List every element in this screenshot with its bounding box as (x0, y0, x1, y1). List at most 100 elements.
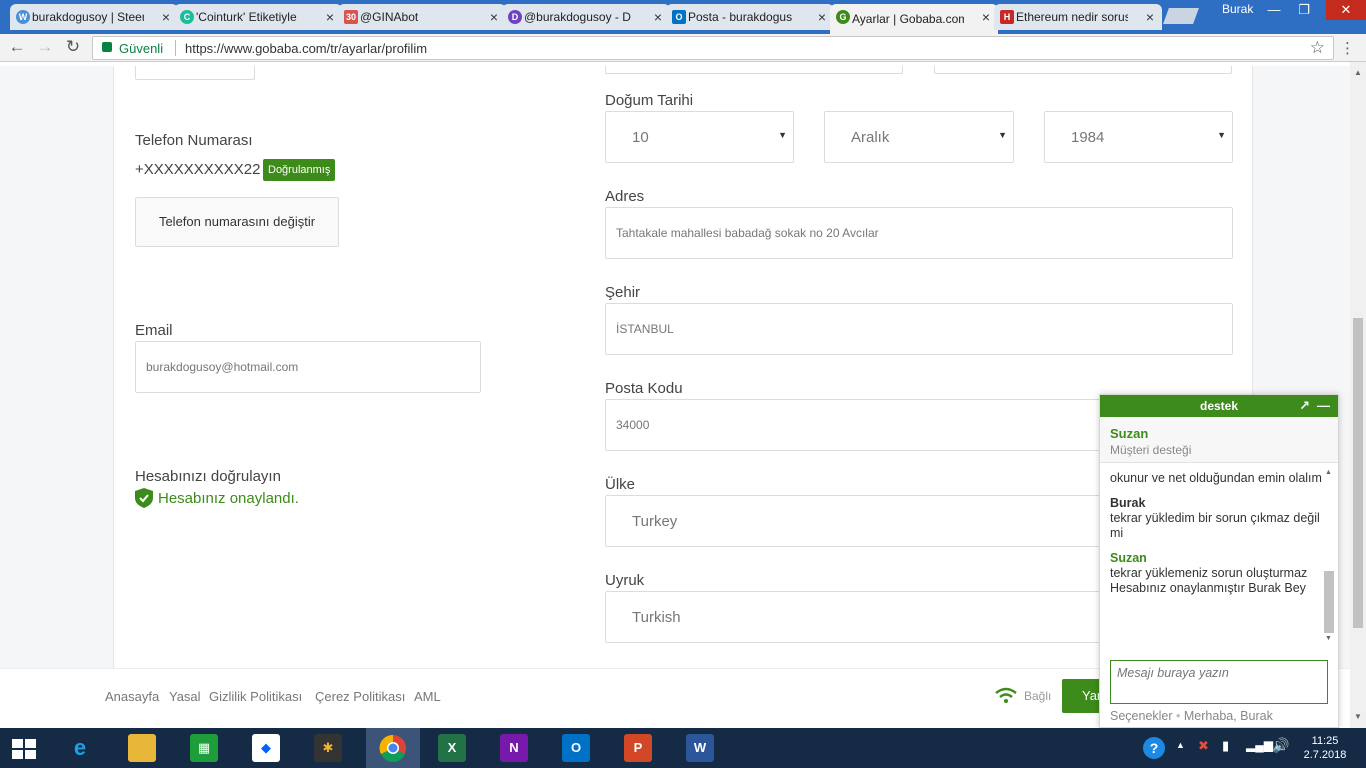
back-icon[interactable]: ← (6, 37, 28, 57)
tab-outlook[interactable]: O Posta - burakdogus × (666, 4, 834, 30)
nationality-label: Uyruk (605, 572, 645, 589)
message-text: tekrar yüklemeniz sorun oluşturmaz Hesab… (1110, 566, 1308, 595)
verified-badge: Doğrulanmış (263, 159, 336, 181)
tab-label: Ethereum nedir sorusu (1016, 10, 1128, 24)
minimize-chat-icon[interactable]: — (1317, 395, 1330, 417)
forward-icon[interactable]: → (34, 37, 56, 57)
battery-icon[interactable]: ▮ (1222, 738, 1229, 754)
birth-year-select[interactable]: 1984 ▼ (1044, 111, 1233, 163)
store-icon[interactable]: ▦ (190, 734, 218, 762)
scrollbar-thumb[interactable] (1353, 318, 1363, 628)
tab-gobaba[interactable]: G Ayarlar | Gobaba.com × (830, 4, 998, 34)
outlook-icon: O (672, 10, 686, 24)
excel-icon[interactable]: X (438, 734, 466, 762)
profile-name[interactable]: Burak (1222, 2, 1253, 16)
agent-info: Suzan Müşteri desteği (1100, 417, 1338, 463)
windows-start-icon[interactable] (12, 739, 36, 759)
input-fragment-1[interactable] (605, 66, 903, 74)
dropbox-icon[interactable]: ◆ (252, 734, 280, 762)
birth-month-select[interactable]: Aralık ▼ (824, 111, 1014, 163)
scroll-down-icon[interactable]: ▼ (1354, 712, 1362, 721)
tab-ethereum[interactable]: H Ethereum nedir sorusu × (994, 4, 1162, 30)
city-field[interactable]: İSTANBUL (605, 303, 1233, 355)
clock[interactable]: 11:25 2.7.2018 (1300, 734, 1350, 762)
close-icon[interactable]: × (326, 9, 334, 25)
tab-label: Posta - burakdogus (688, 10, 793, 24)
chat-scroll-up-icon[interactable]: ▲ (1325, 469, 1332, 476)
phone-label: Telefon Numarası (135, 132, 253, 149)
url-text[interactable]: https://www.gobaba.com/tr/ayarlar/profil… (185, 41, 427, 56)
help-icon[interactable]: ? (1143, 737, 1165, 759)
postal-code-label: Posta Kodu (605, 380, 683, 397)
file-explorer-icon[interactable] (128, 734, 156, 762)
birth-day-select[interactable]: 10 ▼ (605, 111, 794, 163)
minimize-icon[interactable]: — (1258, 0, 1290, 20)
signal-icon[interactable]: ▂▄▆ (1246, 738, 1273, 752)
tab-steemit[interactable]: W burakdogusoy | Steemit × (10, 4, 178, 30)
country-label: Ülke (605, 476, 636, 493)
email-field[interactable]: burakdogusoy@hotmail.com (135, 341, 481, 393)
internet-explorer-icon[interactable]: e (66, 734, 94, 762)
input-fragment-2[interactable] (934, 66, 1232, 74)
birth-date-label: Doğum Tarihi (605, 92, 694, 109)
chat-scrollbar[interactable]: ▲ ▼ (1324, 469, 1334, 645)
close-icon[interactable]: × (490, 9, 498, 25)
footer-link-home[interactable]: Anasayfa (105, 689, 159, 704)
chat-messages: okunur ve net olduğundan emin olalım Bur… (1100, 465, 1338, 647)
network-error-icon[interactable]: ✖ (1198, 738, 1209, 754)
volume-icon[interactable]: 🔊 (1272, 737, 1289, 754)
chrome-taskbar-button[interactable] (366, 728, 420, 768)
close-icon[interactable]: × (1146, 9, 1154, 25)
address-field[interactable]: Tahtakale mahallesi babadağ sokak no 20 … (605, 207, 1233, 259)
agent-name: Suzan (1110, 426, 1149, 441)
photo-app-icon[interactable]: ✱ (314, 734, 342, 762)
tab-label: Ayarlar | Gobaba.com (852, 12, 964, 26)
divider (175, 40, 176, 56)
shield-check-icon (135, 488, 153, 508)
chat-scroll-down-icon[interactable]: ▼ (1325, 635, 1332, 642)
tab-label: @GINAbot (360, 10, 419, 24)
tray-chevron-icon[interactable]: ▲ (1176, 740, 1185, 750)
scroll-up-icon[interactable]: ▲ (1354, 68, 1362, 77)
close-icon[interactable]: × (162, 9, 170, 25)
browser-toolbar: ← → ↻ Güvenli https://www.gobaba.com/tr/… (0, 34, 1366, 62)
reload-icon[interactable]: ↻ (62, 37, 84, 57)
tab-dtube[interactable]: D @burakdogusoy - D × (502, 4, 670, 30)
onenote-icon[interactable]: N (500, 734, 528, 762)
footer-link-cookies[interactable]: Çerez Politikası (315, 689, 405, 704)
chat-header[interactable]: destek ↗ — (1100, 395, 1338, 417)
separator-dot: • (1176, 709, 1184, 723)
outlook-taskbar-icon[interactable]: O (562, 734, 590, 762)
chat-message: Burak tekrar yükledim bir sorun çıkmaz d… (1100, 496, 1338, 551)
restore-icon[interactable]: ❐ (1288, 0, 1320, 20)
new-tab-button[interactable] (1163, 8, 1199, 24)
close-window-icon[interactable]: ✕ (1326, 0, 1366, 20)
footer-link-privacy[interactable]: Gizlilik Politikası (209, 689, 302, 704)
chat-message-input[interactable] (1110, 660, 1328, 704)
tab-label: @burakdogusoy - D (524, 10, 631, 24)
close-icon[interactable]: × (818, 9, 826, 25)
tab-ginabot[interactable]: 30 @GINAbot × (338, 4, 506, 30)
calendar-icon: 30 (344, 10, 358, 24)
chat-message: okunur ve net olduğundan emin olalım (1100, 465, 1338, 496)
help-button[interactable]: Yar (1062, 679, 1102, 713)
kebab-menu-icon[interactable]: ⋮ (1340, 39, 1355, 57)
tab-cointurk[interactable]: C 'Cointurk' Etiketiyle × (174, 4, 342, 30)
expand-icon[interactable]: ↗ (1299, 395, 1310, 417)
wifi-icon (995, 687, 1017, 703)
page-scrollbar[interactable]: ▲ ▼ (1350, 62, 1366, 728)
select-value: 10 (632, 128, 649, 146)
powerpoint-icon[interactable]: P (624, 734, 652, 762)
close-icon[interactable]: × (654, 9, 662, 25)
change-phone-button[interactable]: Telefon numarasını değiştir (135, 197, 339, 247)
chat-title: destek (1199, 399, 1239, 413)
chat-options-link[interactable]: Seçenekler (1110, 709, 1173, 723)
address-bar[interactable]: Güvenli https://www.gobaba.com/tr/ayarla… (92, 36, 1334, 60)
word-icon[interactable]: W (686, 734, 714, 762)
chat-scroll-thumb[interactable] (1324, 571, 1334, 633)
footer-link-legal[interactable]: Yasal (169, 689, 201, 704)
close-icon[interactable]: × (982, 9, 990, 25)
footer-link-aml[interactable]: AML (414, 689, 441, 704)
button-fragment[interactable] (135, 66, 255, 80)
bookmark-star-icon[interactable]: ☆ (1310, 38, 1325, 58)
